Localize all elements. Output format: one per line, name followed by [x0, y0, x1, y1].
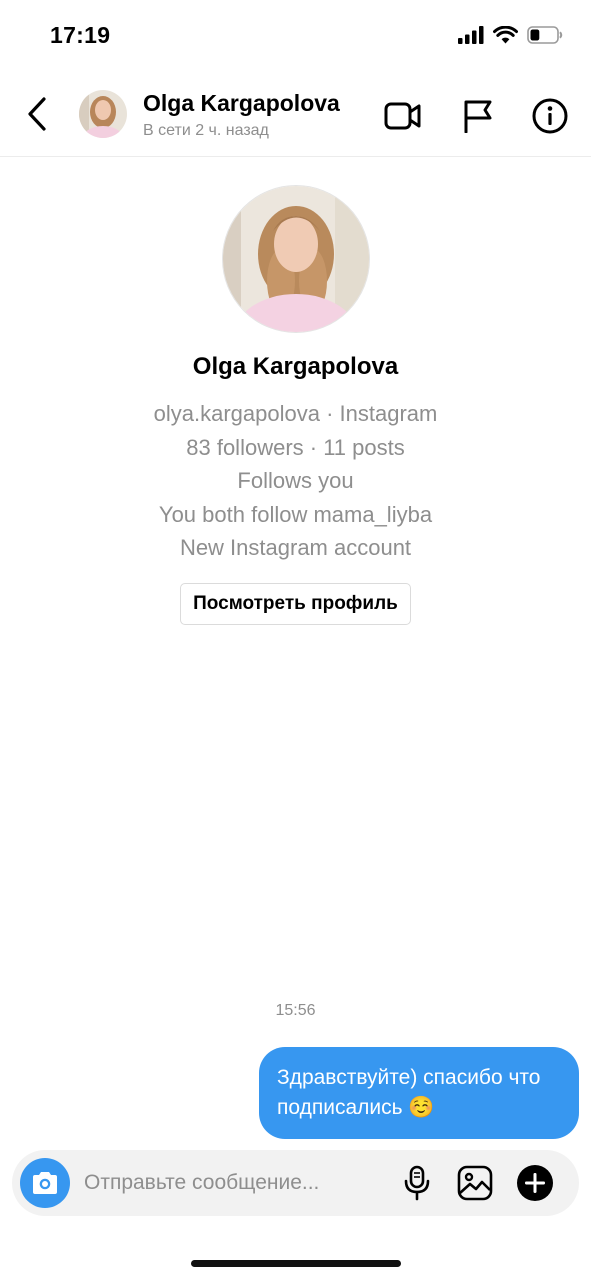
- microphone-icon: [404, 1165, 430, 1201]
- header-contact-name[interactable]: Olga Kargapolova: [143, 90, 340, 117]
- status-icons: [458, 25, 563, 49]
- status-bar: 17:19: [0, 0, 591, 76]
- chat-header: Olga Kargapolova В сети 2 ч. назад: [0, 76, 591, 157]
- back-icon: [28, 97, 46, 131]
- gallery-button[interactable]: [455, 1163, 495, 1203]
- profile-name: Olga Kargapolova: [192, 353, 399, 380]
- message-timestamp: 15:56: [275, 1002, 316, 1019]
- cellular-signal-icon: [458, 26, 484, 49]
- gallery-icon: [457, 1165, 493, 1201]
- profile-mutual-follow: You both follow mama_liyba: [158, 501, 433, 527]
- video-call-icon: [384, 102, 421, 130]
- video-call-button[interactable]: [383, 96, 423, 136]
- header-online-status: В сети 2 ч. назад: [143, 122, 269, 139]
- camera-button[interactable]: [20, 1158, 70, 1208]
- profile-username: olya.kargapolova · Instagram: [153, 401, 438, 426]
- back-button[interactable]: [20, 94, 54, 134]
- home-indicator[interactable]: [191, 1260, 401, 1267]
- sent-message-bubble[interactable]: Здравствуйте) спасибо что подписались ☺️: [259, 1047, 579, 1139]
- message-input[interactable]: [84, 1165, 384, 1201]
- add-icon: [517, 1165, 553, 1201]
- view-profile-button[interactable]: Посмотреть профиль: [180, 582, 411, 625]
- report-flag-button[interactable]: [458, 96, 498, 136]
- profile-follows-you: Follows you: [237, 468, 354, 493]
- status-time: 17:19: [50, 22, 111, 48]
- chat-info-button[interactable]: [530, 96, 570, 136]
- profile-avatar[interactable]: [221, 185, 370, 333]
- voice-message-button[interactable]: [397, 1163, 437, 1203]
- wifi-icon: [493, 25, 518, 49]
- profile-account-note: New Instagram account: [179, 535, 412, 560]
- flag-icon: [464, 100, 492, 133]
- more-options-button[interactable]: [515, 1163, 555, 1203]
- header-avatar[interactable]: [79, 90, 127, 138]
- camera-icon: [33, 1172, 57, 1194]
- profile-card: Olga Kargapolova olya.kargapolova · Inst…: [0, 185, 591, 625]
- message-composer: [12, 1150, 579, 1216]
- profile-stats: 83 followers · 11 posts: [186, 434, 405, 460]
- battery-icon: [527, 26, 563, 49]
- info-icon: [532, 98, 568, 134]
